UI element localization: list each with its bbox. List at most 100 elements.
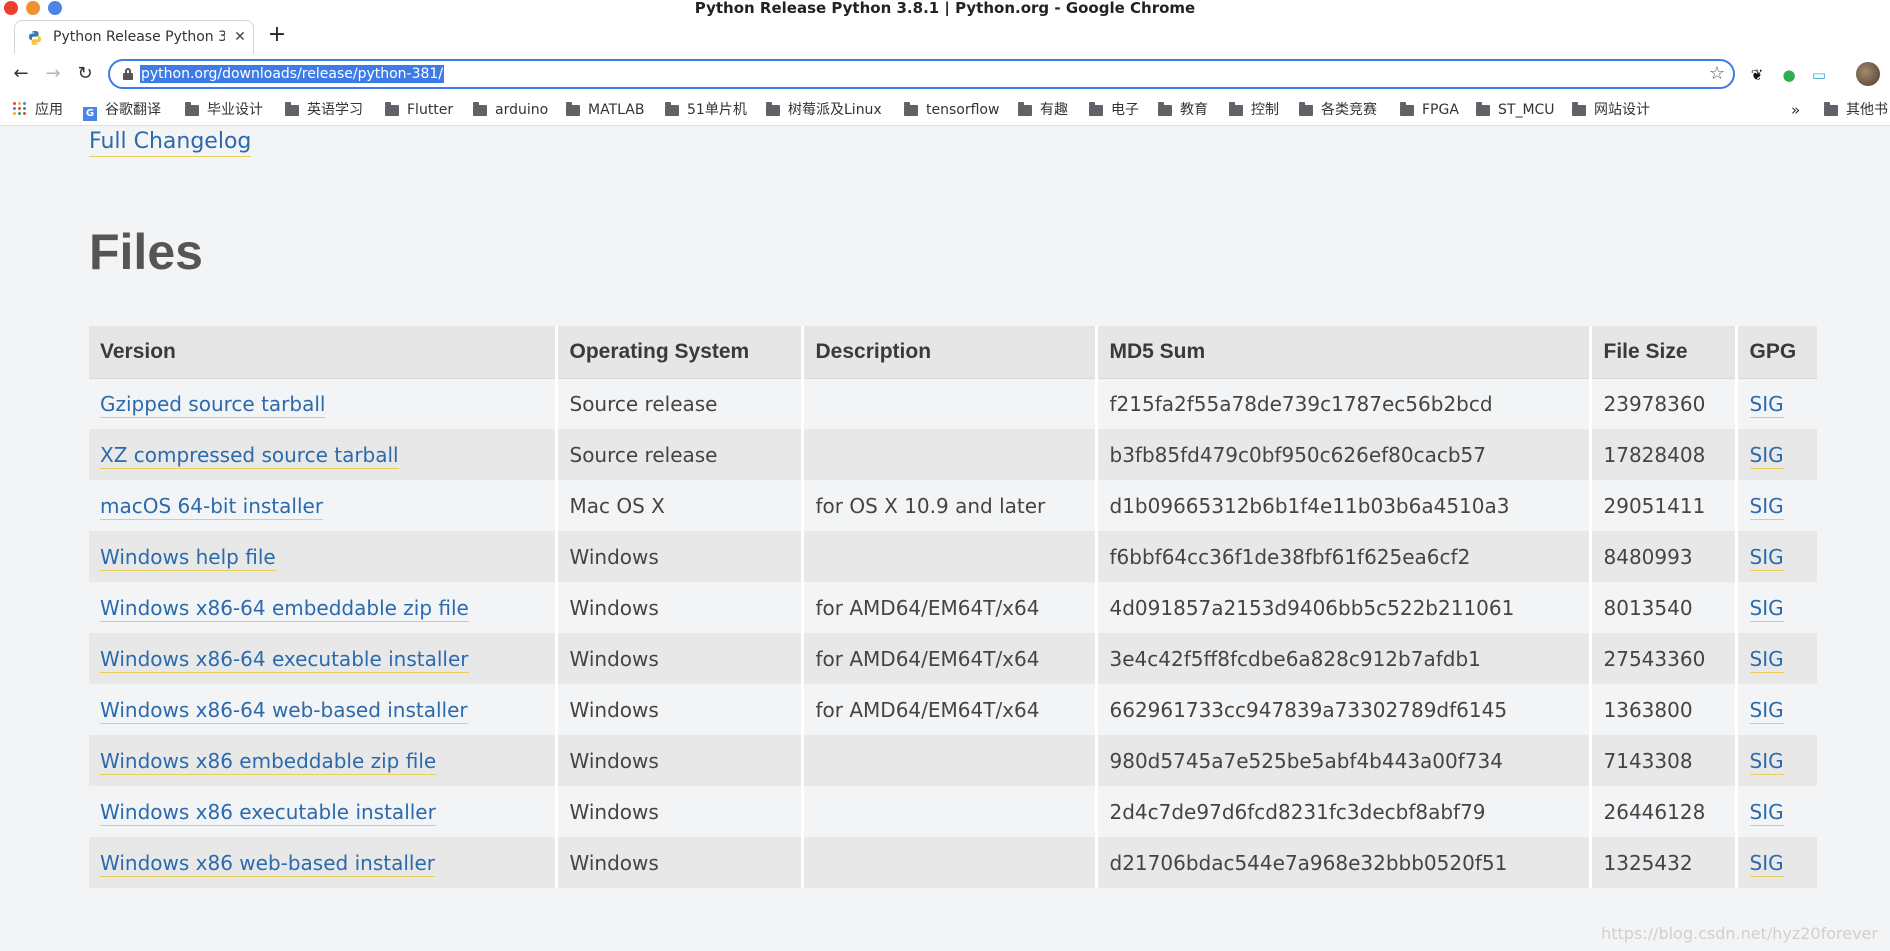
size-cell: 8480993 xyxy=(1588,531,1736,582)
bookmark-folder[interactable]: 电子 xyxy=(1089,101,1139,119)
os-cell: Source release xyxy=(554,429,802,480)
table-row: macOS 64-bit installer Mac OS X for OS X… xyxy=(89,480,1817,531)
os-cell: Windows xyxy=(554,531,802,582)
download-link[interactable]: Windows x86 embeddable zip file xyxy=(100,748,437,775)
bookmark-label: MATLAB xyxy=(588,102,645,118)
files-heading: Files xyxy=(89,224,203,280)
os-cell: Windows xyxy=(554,786,802,837)
sig-link[interactable]: SIG xyxy=(1749,697,1784,724)
tab-close-icon[interactable]: ✕ xyxy=(231,27,249,47)
description-cell: for AMD64/EM64T/x64 xyxy=(800,582,1096,633)
bookmark-label: 应用 xyxy=(35,102,63,118)
bookmark-folder[interactable]: 网站设计 xyxy=(1572,101,1650,119)
python-logo-icon xyxy=(29,31,41,45)
column-header: File Size xyxy=(1588,326,1736,379)
address-url[interactable]: python.org/downloads/release/python-381/ xyxy=(140,65,445,83)
folder-icon xyxy=(766,102,780,116)
table-row: XZ compressed source tarball Source rele… xyxy=(89,429,1817,480)
description-cell xyxy=(800,786,1096,837)
folder-icon xyxy=(1572,102,1586,116)
bookmark-folder[interactable]: FPGA xyxy=(1400,101,1459,119)
address-bar[interactable]: python.org/downloads/release/python-381/… xyxy=(108,59,1735,89)
extension-tab-icon[interactable]: ▭ xyxy=(1810,66,1828,84)
md5-cell: 3e4c42f5ff8fcdbe6a828c912b7afdb1 xyxy=(1094,633,1590,684)
bookmark-folder[interactable]: arduino xyxy=(473,101,548,119)
bookmark-folder[interactable]: 毕业设计 xyxy=(185,101,263,119)
size-cell: 26446128 xyxy=(1588,786,1736,837)
md5-cell: b3fb85fd479c0bf950c626ef80cacb57 xyxy=(1094,429,1590,480)
new-tab-button[interactable]: + xyxy=(266,24,288,47)
download-link[interactable]: Windows x86-64 executable installer xyxy=(100,646,469,673)
bookmark-label: 树莓派及Linux xyxy=(788,102,882,118)
bookmark-folder[interactable]: tensorflow xyxy=(904,101,999,119)
table-row: Windows x86-64 web-based installer Windo… xyxy=(89,684,1817,735)
page-content: Full Changelog Files Version Operating S… xyxy=(0,127,1890,951)
bookmarks-overflow-chevron[interactable]: » xyxy=(1791,101,1800,119)
md5-cell: 980d5745a7e525be5abf4b443a00f734 xyxy=(1094,735,1590,786)
browser-toolbar: ← → ↻ python.org/downloads/release/pytho… xyxy=(0,54,1890,94)
folder-icon xyxy=(566,102,580,116)
full-changelog-link[interactable]: Full Changelog xyxy=(89,128,252,157)
column-header: Operating System xyxy=(554,326,802,379)
description-cell xyxy=(800,378,1096,429)
bookmark-apps[interactable]: 应用 xyxy=(13,101,63,119)
sig-link[interactable]: SIG xyxy=(1749,544,1784,571)
bookmark-label: FPGA xyxy=(1422,102,1459,118)
bookmark-folder[interactable]: MATLAB xyxy=(566,101,644,119)
sig-link[interactable]: SIG xyxy=(1749,595,1784,622)
sig-link[interactable]: SIG xyxy=(1749,391,1784,418)
md5-cell: d21706bdac544e7a968e32bbb0520f51 xyxy=(1094,837,1590,888)
table-row: Gzipped source tarball Source release f2… xyxy=(89,378,1817,429)
download-link[interactable]: Windows x86-64 web-based installer xyxy=(100,697,468,724)
description-cell xyxy=(800,429,1096,480)
sig-link[interactable]: SIG xyxy=(1749,850,1784,877)
sig-link[interactable]: SIG xyxy=(1749,442,1784,469)
bookmark-folder[interactable]: 英语学习 xyxy=(285,101,363,119)
os-cell: Source release xyxy=(554,378,802,429)
bookmark-other[interactable]: 其他书 xyxy=(1824,101,1888,119)
reload-icon[interactable]: ↻ xyxy=(73,62,97,86)
folder-icon xyxy=(1824,102,1838,116)
extension-icon[interactable]: ❦ xyxy=(1748,66,1766,84)
folder-icon xyxy=(185,102,199,116)
back-arrow-icon[interactable]: ← xyxy=(9,62,33,86)
bookmark-folder[interactable]: 控制 xyxy=(1229,101,1279,119)
folder-icon xyxy=(1158,102,1172,116)
evernote-icon[interactable]: ● xyxy=(1780,66,1798,84)
sig-link[interactable]: SIG xyxy=(1749,799,1784,826)
profile-avatar[interactable] xyxy=(1856,62,1880,86)
bookmark-star-icon[interactable]: ☆ xyxy=(1709,63,1725,84)
bookmark-google-translate[interactable]: G 谷歌翻译 xyxy=(83,101,161,121)
download-link[interactable]: macOS 64-bit installer xyxy=(100,493,324,520)
download-link[interactable]: XZ compressed source tarball xyxy=(100,442,399,469)
bookmark-folder[interactable]: 51单片机 xyxy=(665,101,747,119)
download-link[interactable]: Windows help file xyxy=(100,544,276,571)
sig-link[interactable]: SIG xyxy=(1749,493,1784,520)
sig-link[interactable]: SIG xyxy=(1749,646,1784,673)
bookmark-folder[interactable]: 树莓派及Linux xyxy=(766,101,882,119)
description-cell: for AMD64/EM64T/x64 xyxy=(800,633,1096,684)
os-cell: Windows xyxy=(554,582,802,633)
tab-python-release[interactable]: Python Release Python 3.8.1 ✕ xyxy=(14,20,254,54)
bookmark-folder[interactable]: 各类竞赛 xyxy=(1299,101,1377,119)
bookmark-folder[interactable]: 有趣 xyxy=(1018,101,1068,119)
download-link[interactable]: Windows x86-64 embeddable zip file xyxy=(100,595,469,622)
md5-cell: 2d4c7de97d6fcd8231fc3decbf8abf79 xyxy=(1094,786,1590,837)
bookmark-folder[interactable]: ST_MCU xyxy=(1476,101,1555,119)
download-link[interactable]: Gzipped source tarball xyxy=(100,391,326,418)
download-link[interactable]: Windows x86 executable installer xyxy=(100,799,436,826)
folder-icon xyxy=(285,102,299,116)
tab-title: Python Release Python 3.8.1 xyxy=(53,29,225,45)
lock-icon xyxy=(123,68,133,80)
md5-cell: f6bbf64cc36f1de38fbf61f625ea6cf2 xyxy=(1094,531,1590,582)
forward-arrow-icon[interactable]: → xyxy=(41,62,65,86)
size-cell: 23978360 xyxy=(1588,378,1736,429)
sig-link[interactable]: SIG xyxy=(1749,748,1784,775)
bookmark-folder[interactable]: Flutter xyxy=(385,101,453,119)
bookmark-label: 其他书 xyxy=(1846,102,1888,118)
folder-icon xyxy=(1018,102,1032,116)
bookmark-folder[interactable]: 教育 xyxy=(1158,101,1208,119)
bookmark-label: 毕业设计 xyxy=(207,102,263,118)
download-link[interactable]: Windows x86 web-based installer xyxy=(100,850,435,877)
description-cell xyxy=(800,735,1096,786)
